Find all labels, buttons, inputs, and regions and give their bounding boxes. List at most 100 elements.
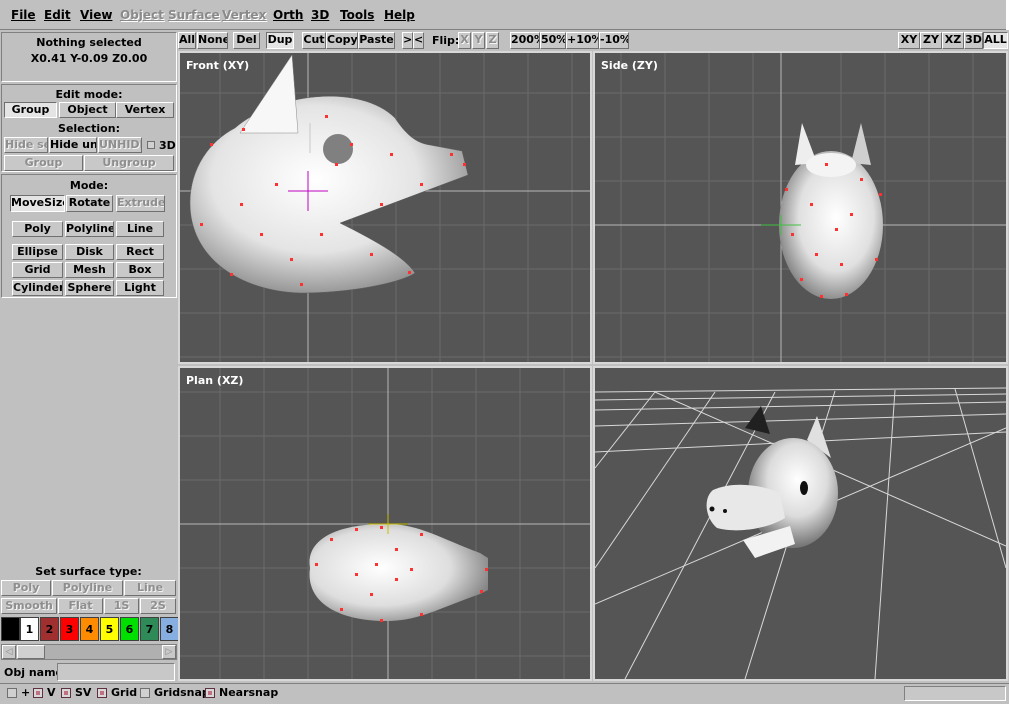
disk-button[interactable]: Disk — [65, 244, 114, 260]
select-none-button[interactable]: None — [197, 32, 228, 49]
color-swatch-1[interactable]: 1 — [20, 617, 39, 641]
zoom-minus10-button[interactable]: -10% — [599, 32, 629, 49]
color-swatch-3[interactable]: 3 — [60, 617, 79, 641]
color-swatch-2[interactable]: 2 — [40, 617, 59, 641]
edit-mode-label: Edit mode: — [55, 88, 123, 101]
menu-surface[interactable]: Surface — [168, 8, 220, 22]
selection-3d-checkbox[interactable] — [147, 141, 155, 149]
side-view-canvas — [595, 53, 1006, 362]
ungroup-button[interactable]: Ungroup — [84, 155, 174, 171]
grid-button[interactable]: Grid — [12, 262, 63, 278]
flip-z-button[interactable]: Z — [486, 32, 499, 49]
grid-checkbox[interactable] — [97, 688, 107, 698]
one-sided-button[interactable]: 1S — [104, 598, 139, 614]
surface-line-button[interactable]: Line — [124, 580, 176, 596]
edit-mode-object-button[interactable]: Object — [59, 102, 116, 118]
zoom-50-button[interactable]: 50% — [540, 32, 566, 49]
v-checkbox[interactable] — [33, 688, 43, 698]
menu-file[interactable]: File — [11, 8, 36, 22]
rotate-button[interactable]: Rotate — [66, 195, 113, 212]
menu-tools[interactable]: Tools — [340, 8, 374, 22]
plan-viewport[interactable]: Plan (XZ) — [178, 366, 592, 681]
copy-button[interactable]: Copy — [326, 32, 358, 49]
perspective-viewport[interactable] — [593, 366, 1008, 681]
grid-label: Grid — [111, 686, 138, 699]
surface-polyline-button[interactable]: Polyline — [52, 580, 123, 596]
view-zy-button[interactable]: ZY — [920, 32, 942, 49]
group-button[interactable]: Group — [4, 155, 83, 171]
obj-name-input[interactable] — [57, 663, 175, 681]
scroll-left-arrow-icon[interactable]: ◁ — [2, 645, 16, 659]
view-all-button[interactable]: ALL — [983, 32, 1008, 49]
edit-mode-group-button[interactable]: Group — [4, 102, 57, 118]
gridsnap-checkbox[interactable] — [140, 688, 150, 698]
paste-button[interactable]: Paste — [358, 32, 395, 49]
menu-orth[interactable]: Orth — [273, 8, 303, 22]
box-button[interactable]: Box — [116, 262, 164, 278]
prev-button[interactable]: < — [413, 32, 424, 49]
plus-label: + — [21, 686, 31, 699]
view-3d-button[interactable]: 3D — [964, 32, 983, 49]
color-swatch-8[interactable]: 8 — [160, 617, 179, 641]
view-xy-button[interactable]: XY — [898, 32, 920, 49]
duplicate-button[interactable]: Dup — [266, 32, 294, 49]
extrude-button[interactable]: Extrude — [116, 195, 165, 212]
line-button[interactable]: Line — [116, 221, 164, 237]
selection-label: Selection: — [58, 122, 120, 135]
flip-y-button[interactable]: Y — [472, 32, 485, 49]
v-label: V — [47, 686, 56, 699]
surface-poly-button[interactable]: Poly — [1, 580, 51, 596]
sv-checkbox[interactable] — [61, 688, 71, 698]
mode-panel: Mode: MoveSize Rotate Extrude Poly Polyl… — [1, 174, 177, 298]
menu-vertex[interactable]: Vertex — [222, 8, 266, 22]
two-sided-button[interactable]: 2S — [140, 598, 176, 614]
cut-button[interactable]: Cut — [302, 32, 326, 49]
edit-mode-vertex-button[interactable]: Vertex — [116, 102, 174, 118]
polyline-button[interactable]: Polyline — [65, 221, 114, 237]
movesize-button[interactable]: MoveSize — [10, 195, 65, 212]
side-viewport[interactable]: Side (ZY) — [593, 51, 1008, 364]
delete-button[interactable]: Del — [233, 32, 260, 49]
plus-checkbox[interactable] — [7, 688, 17, 698]
nearsnap-checkbox[interactable] — [205, 688, 215, 698]
menu-help[interactable]: Help — [384, 8, 415, 22]
coordinate-readout: X0.41 Y-0.09 Z0.00 — [30, 52, 148, 65]
poly-button[interactable]: Poly — [12, 221, 63, 237]
mode-label: Mode: — [69, 179, 109, 192]
ellipse-button[interactable]: Ellipse — [12, 244, 63, 260]
sphere-button[interactable]: Sphere — [65, 280, 114, 296]
color-swatch-0[interactable] — [1, 617, 20, 641]
unhide-button[interactable]: UNHIDE — [98, 137, 142, 153]
menu-3d[interactable]: 3D — [311, 8, 329, 22]
flip-x-button[interactable]: X — [458, 32, 471, 49]
front-viewport[interactable]: Front (XY) — [178, 51, 592, 364]
zoom-plus10-button[interactable]: +10% — [566, 32, 599, 49]
menu-view[interactable]: View — [80, 8, 112, 22]
menu-object[interactable]: Object — [120, 8, 164, 22]
color-swatch-7[interactable]: 7 — [140, 617, 159, 641]
light-button[interactable]: Light — [116, 280, 164, 296]
flat-button[interactable]: Flat — [58, 598, 103, 614]
color-swatch-5[interactable]: 5 — [100, 617, 119, 641]
edit-panel: Edit mode: Group Object Vertex Selection… — [1, 84, 177, 172]
cylinder-button[interactable]: Cylinder — [12, 280, 63, 296]
menu-edit[interactable]: Edit — [44, 8, 71, 22]
scroll-thumb[interactable] — [17, 645, 45, 659]
select-all-button[interactable]: All — [178, 32, 196, 49]
scroll-right-arrow-icon[interactable]: ▷ — [162, 645, 176, 659]
view-xz-button[interactable]: XZ — [942, 32, 964, 49]
toolbar: All None Del Dup Cut Copy Paste > < Flip… — [178, 31, 1009, 50]
zoom-200-button[interactable]: 200% — [510, 32, 540, 49]
hide-unselected-button[interactable]: Hide uns — [49, 137, 97, 153]
plan-viewport-title: Plan (XZ) — [186, 374, 244, 387]
hide-selected-button[interactable]: Hide sel — [4, 137, 48, 153]
smooth-button[interactable]: Smooth — [1, 598, 57, 614]
color-swatch-4[interactable]: 4 — [80, 617, 99, 641]
mesh-button[interactable]: Mesh — [65, 262, 114, 278]
gridsnap-label: Gridsnap — [154, 686, 210, 699]
palette-scrollbar[interactable]: ◁ ▷ — [1, 644, 177, 660]
color-swatch-6[interactable]: 6 — [120, 617, 139, 641]
next-button[interactable]: > — [402, 32, 413, 49]
rect-button[interactable]: Rect — [116, 244, 164, 260]
perspective-view-canvas — [595, 387, 1006, 679]
